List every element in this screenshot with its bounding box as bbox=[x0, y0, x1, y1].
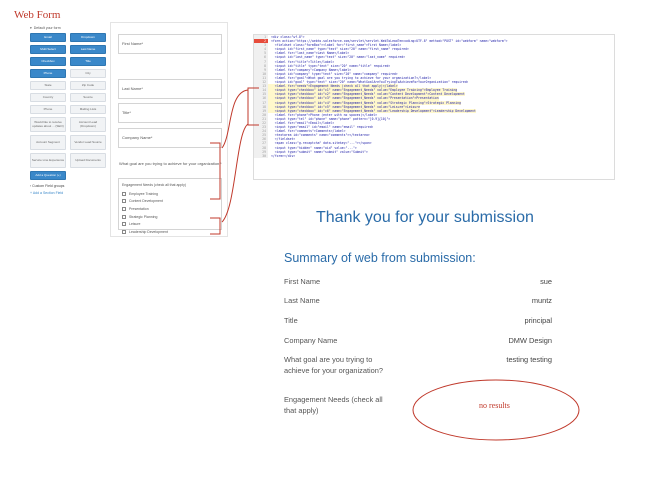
custom-field-groups-label: Custom Field groups bbox=[32, 184, 65, 188]
field-button-grid: Email Dropdown Multi Select Last Name Checkb… bbox=[30, 33, 106, 180]
summary-label: Last Name bbox=[284, 296, 320, 305]
summary-label: Engagement Needs (check all that apply) bbox=[284, 395, 383, 415]
field-type-button[interactable]: City bbox=[70, 69, 106, 78]
add-question-button[interactable]: Add a Question (+) bbox=[30, 171, 66, 180]
field-type-button[interactable]: Multi Select bbox=[30, 45, 66, 54]
engagement-option-label: Strategic Planning bbox=[129, 214, 158, 219]
builder-header-label: Default your form bbox=[33, 26, 61, 30]
engagement-option[interactable]: Strategic Planning bbox=[122, 213, 218, 221]
summary-label: Company Name bbox=[284, 336, 338, 345]
goal-question-label: What goal are you trying to achieve for … bbox=[119, 161, 222, 166]
add-section-label: Add a Section Field bbox=[32, 191, 64, 195]
field-type-button[interactable]: Zip Code bbox=[70, 81, 106, 90]
no-results-ellipse bbox=[412, 379, 580, 441]
field-type-button[interactable]: Source bbox=[70, 93, 106, 102]
first-name-field[interactable]: First Name* bbox=[118, 34, 222, 54]
summary-value: muntz bbox=[531, 296, 552, 305]
engagement-option-label: Employee Training bbox=[129, 191, 158, 196]
summary-value: sue bbox=[540, 277, 552, 286]
field-type-button[interactable]: Last Name bbox=[70, 45, 106, 54]
field-type-button[interactable]: Upload Documents bbox=[70, 153, 106, 168]
summary-value: testing testing bbox=[506, 355, 552, 364]
company-field[interactable]: Company Name* bbox=[118, 128, 222, 148]
engagement-needs-box: Engagement Needs (check all that apply) … bbox=[118, 178, 222, 234]
builder-header: ▾ Default your form bbox=[30, 26, 106, 30]
summary-label: What goal are you trying to achieve for … bbox=[284, 355, 384, 375]
checkbox[interactable] bbox=[122, 222, 126, 227]
line-number: 30 bbox=[254, 153, 268, 158]
field-type-button[interactable]: Title bbox=[70, 57, 106, 66]
engagement-option[interactable]: Employee Training bbox=[122, 190, 218, 198]
last-name-field[interactable]: Last Name* bbox=[118, 79, 222, 99]
field-type-button[interactable]: Checkbox bbox=[30, 57, 66, 66]
engagement-option-label: Presentation bbox=[129, 206, 149, 211]
thank-you-heading: Thank you for your submission bbox=[316, 209, 534, 226]
custom-field-groups[interactable]: › Custom Field groups bbox=[30, 184, 106, 188]
field-type-button[interactable]: Account Lead (Dropdown) bbox=[70, 117, 106, 132]
page-title: Web Form bbox=[14, 9, 61, 21]
field-type-button[interactable]: Service Line Experience bbox=[30, 153, 66, 168]
add-section-link[interactable]: + Add a Section Field bbox=[30, 191, 106, 195]
checkbox[interactable] bbox=[122, 206, 126, 211]
engagement-option-label: Content Development bbox=[129, 199, 163, 204]
summary-title: Summary of web from submission: bbox=[284, 251, 476, 265]
field-type-button[interactable]: Country bbox=[30, 93, 66, 102]
checkbox[interactable] bbox=[122, 214, 126, 219]
checkbox[interactable] bbox=[122, 229, 126, 234]
engagement-option[interactable]: Leadership Development bbox=[122, 228, 218, 236]
engagement-option[interactable]: Leisure bbox=[122, 220, 218, 228]
field-type-button[interactable]: Would like to receive updates about ... … bbox=[30, 117, 66, 132]
checkbox[interactable] bbox=[122, 191, 126, 196]
field-type-button[interactable]: Email bbox=[30, 33, 66, 42]
form-preview: First Name* Last Name* Title* Company Na… bbox=[110, 22, 228, 237]
summary-value: DMW Design bbox=[508, 336, 552, 345]
field-type-button[interactable]: State bbox=[30, 81, 66, 90]
field-type-button[interactable]: Vendor Lead Source bbox=[70, 135, 106, 150]
engagement-needs-title: Engagement Needs (check all that apply) bbox=[122, 183, 187, 187]
engagement-option-label: Leisure bbox=[129, 222, 141, 227]
chevron-down-icon[interactable]: ▾ bbox=[30, 26, 32, 30]
checkbox[interactable] bbox=[122, 199, 126, 204]
engagement-option[interactable]: Content Development bbox=[122, 198, 218, 206]
summary-label: First Name bbox=[284, 277, 321, 286]
title-field[interactable]: Title* bbox=[118, 103, 222, 123]
field-builder-panel: ▾ Default your form Email Dropdown Multi S… bbox=[30, 26, 106, 208]
field-type-button[interactable]: Account Segment bbox=[30, 135, 66, 150]
engagement-option[interactable]: Presentation bbox=[122, 205, 218, 213]
engagement-needs-list: Employee Training Content Development Pres… bbox=[122, 190, 218, 236]
summary-value: principal bbox=[524, 316, 552, 325]
code-text: </form></div> bbox=[271, 153, 296, 158]
field-type-button[interactable]: Mailing Lists bbox=[70, 105, 106, 114]
field-type-button[interactable]: Dropdown bbox=[70, 33, 106, 42]
no-results-annotation: no results bbox=[479, 401, 510, 410]
code-line: 30 </form></div> bbox=[254, 153, 614, 158]
summary-label: Title bbox=[284, 316, 298, 325]
engagement-option-label: Leadership Development bbox=[129, 229, 168, 234]
field-type-button[interactable]: Phone bbox=[30, 69, 66, 78]
field-type-button[interactable]: Phone bbox=[30, 105, 66, 114]
code-editor[interactable]: 1 <div class="wf-8"> 2 <form action="https:… bbox=[253, 34, 615, 180]
